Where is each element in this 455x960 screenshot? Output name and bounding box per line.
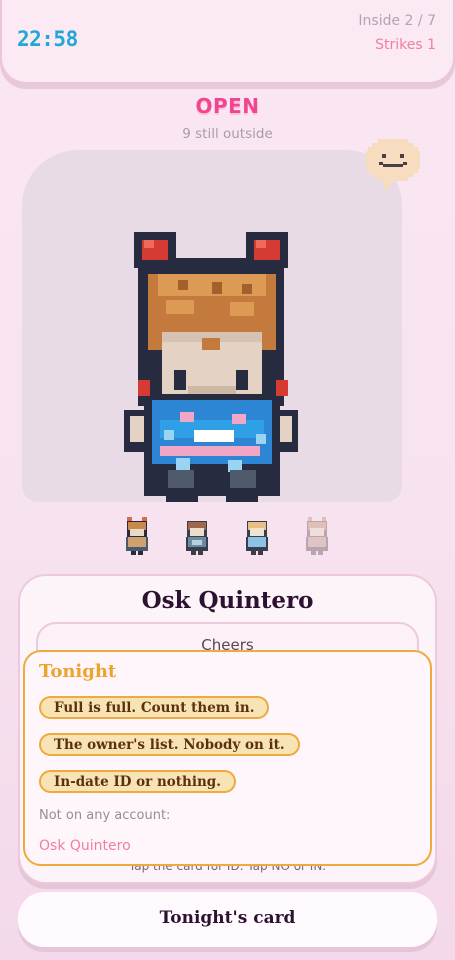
guest-sprite [124, 232, 298, 502]
queue-guest[interactable] [122, 516, 152, 560]
strikes-count: Strikes 1 [375, 37, 436, 53]
tonights-card-button[interactable]: Tonight's card [18, 892, 437, 947]
queue-guest[interactable] [302, 516, 332, 560]
clock: 22:58 [17, 27, 78, 51]
speech-bubble-icon [366, 139, 420, 190]
rule-item: The owner's list. Nobody on it. [39, 733, 300, 756]
queue-guest[interactable] [182, 516, 212, 560]
tonights-card-label: Tonight's card [159, 908, 296, 928]
door-status: OPEN [195, 94, 260, 118]
rule-item: In-date ID or nothing. [39, 770, 236, 793]
rule-item: Full is full. Count them in. [39, 696, 270, 719]
inside-count: Inside 2 / 7 [358, 13, 436, 29]
rules-title: Tonight [39, 661, 117, 682]
guest-name: Osk Quintero [141, 587, 314, 614]
queue-guest[interactable] [242, 516, 272, 560]
top-bar: 22:58 Inside 2 / 7 Strikes 1 [0, 0, 455, 84]
not-on-account-label: Not on any account: [39, 808, 171, 823]
not-on-account-name: Osk Quintero [39, 838, 131, 854]
tonight-rules-panel: Tonight Full is full. Count them in. The… [23, 650, 432, 866]
